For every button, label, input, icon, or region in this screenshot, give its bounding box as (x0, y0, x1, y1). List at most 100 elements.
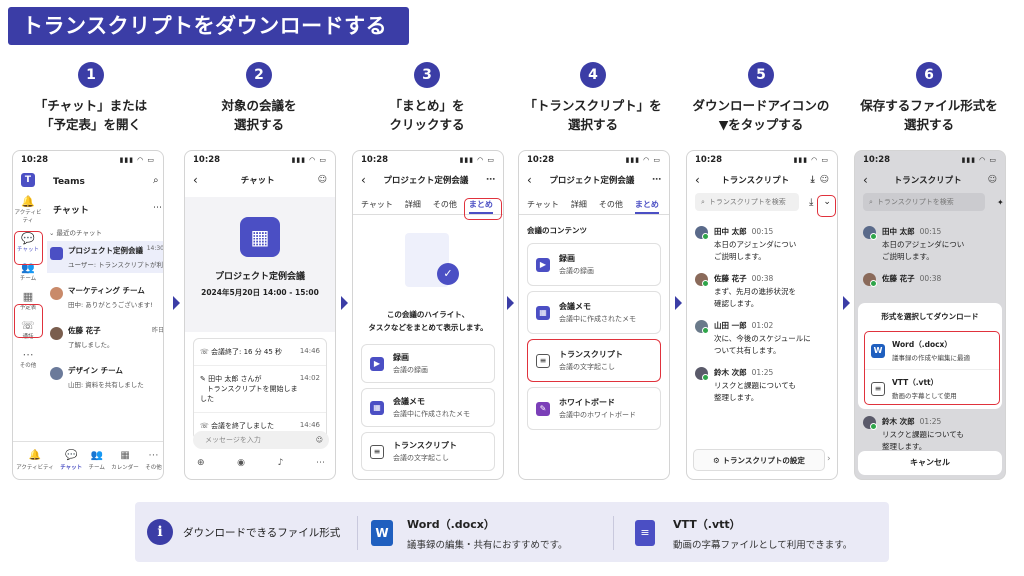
chevron-right-icon: › (827, 454, 831, 464)
chat-item-design[interactable]: デザイン チーム 山田: 資料を共有しました (47, 361, 163, 393)
highlight-chat (14, 231, 43, 265)
bell-icon: 🔔 (28, 450, 42, 461)
meeting-icon (50, 247, 63, 260)
transcript-search[interactable]: ⌕ トランスクリプトを検索 (863, 193, 985, 211)
step-number: 1 (78, 62, 104, 88)
status-bar: 10:28 ▮▮▮ ◠ ▭ (193, 155, 327, 165)
option-vtt[interactable]: ≡ VTT（.vtt） 動画の字幕として使用 (865, 370, 999, 407)
bottom-nav: 🔔 アクティビティ 💬 チャット 👥 チーム ▦ カレンダー ⋯ その他 (13, 441, 163, 479)
transcript-entry: 鈴木 次郎 01:25 リスクと課題についても 整理します。 (687, 362, 837, 409)
option-word[interactable]: W Word（.docx） 議事録の作成や編集に最適 (865, 332, 999, 370)
avatar (863, 226, 877, 240)
status-bar: 10:28 ▮▮▮ ◠ ▭ (21, 155, 155, 165)
status-bar: 10:28 ▮▮▮ ◠ ▭ (527, 155, 661, 165)
add-icon[interactable]: ⊕ (197, 458, 205, 468)
rail-item-activity[interactable]: 🔔 アクティビティ (13, 195, 43, 224)
nav-teams[interactable]: 👥 チーム (89, 450, 105, 471)
signal-icon: ▮▮▮ ◠ ▭ (961, 156, 997, 164)
step-5-header: 5 ダウンロードアイコンの ▼をタップする (683, 62, 839, 134)
mic-icon[interactable]: ♪ (278, 458, 284, 468)
message-input[interactable]: メッセージを入力 ☺ (193, 431, 329, 449)
nav-chat[interactable]: 💬 チャット (60, 450, 82, 471)
step-6-header: 6 保存するファイル形式を 選択する (851, 62, 1007, 134)
tab-chat[interactable]: チャット (527, 195, 559, 214)
status-bar: 10:28 ▮▮▮ ◠ ▭ (695, 155, 829, 165)
header: ‹ プロジェクト定例会議 ⋯ (361, 173, 495, 187)
emoji-icon[interactable]: ☺ (316, 431, 323, 449)
emoji-icon[interactable]: ☺ (988, 175, 997, 185)
more-icon: ⋯ (22, 348, 34, 361)
more-icon[interactable]: ⋯ (153, 203, 162, 213)
search-icon[interactable]: ⌕ (153, 175, 159, 186)
word-icon: W (871, 343, 885, 358)
more-icon[interactable]: ⋯ (486, 175, 495, 185)
nav-calendar[interactable]: ▦ カレンダー (111, 450, 139, 471)
section-title: チャット (53, 206, 89, 216)
header: ‹ チャット ☺ (193, 173, 327, 187)
transcript-icon: ≡ (536, 353, 550, 368)
search-row: ⌕ トランスクリプトを検索 ✦ (855, 191, 1005, 213)
more-icon[interactable]: ⋯ (652, 175, 661, 185)
more-icon[interactable]: ⋯ (316, 458, 325, 468)
signal-icon: ▮▮▮ ◠ ▭ (119, 156, 155, 164)
phone-step-6: 10:28 ▮▮▮ ◠ ▭ ‹ トランスクリプト ☺ ⌕ トランスクリプトを検索 ✦ 田中… (854, 150, 1006, 480)
tab-details[interactable]: 詳細 (405, 195, 421, 214)
step-title: 対象の会議を 選択する (221, 98, 297, 132)
transcript-entry: 山田 一郎 01:02 次に、今後のスケジュールに ついて共有します。 (687, 315, 837, 362)
download-icon[interactable]: ⤓ (811, 175, 815, 185)
step-arrow-icon (843, 296, 850, 310)
signal-icon: ▮▮▮ ◠ ▭ (625, 156, 661, 164)
search-icon: ⌕ (701, 198, 705, 206)
search-icon: ⌕ (869, 198, 873, 206)
tab-other[interactable]: その他 (599, 195, 623, 214)
avatar (695, 226, 709, 240)
transcript-entry: 田中 太郎 00:15 本日のアジェンダについ ご説明します。 (687, 221, 837, 268)
chat-item-project[interactable]: プロジェクト定例会議14:30ユーザー: トランスクリプトが利用... (47, 241, 163, 273)
format-word: Word（.docx） 議事録の編集・共有におすすめです。 (407, 518, 568, 551)
card-transcript[interactable]: ≡ トランスクリプト 会議の文字起こし (527, 339, 661, 382)
chat-item-sato[interactable]: 佐藤 花子 昨日 了解しました。 (47, 321, 163, 353)
transcript-search[interactable]: ⌕ トランスクリプトを検索 (695, 193, 799, 211)
tab-other[interactable]: その他 (433, 195, 457, 214)
cancel-button[interactable]: キャンセル (858, 451, 1002, 475)
card-notes[interactable]: ▦ 会議メモ 会議中に作成されたメモ (361, 388, 495, 427)
tab-chat[interactable]: チャット (361, 195, 393, 214)
avatar (695, 367, 709, 381)
rail-item-more[interactable]: ⋯ その他 (13, 348, 43, 369)
emoji-icon[interactable]: ☺ (820, 175, 829, 185)
event-card: ☏ 会議終了: 16 分 45 秒 14:46 ✎ 田中 太郎 さんが トランスク… (193, 338, 327, 440)
transcript-settings-button[interactable]: ⚙ トランスクリプトの設定 (693, 449, 825, 471)
nav-activity[interactable]: 🔔 アクティビティ (16, 450, 54, 471)
video-icon: ▶ (370, 356, 384, 371)
header: ‹ トランスクリプト ☺ (863, 173, 997, 187)
sparkle-icon: ✦ (997, 197, 1004, 207)
avatar (863, 416, 877, 430)
card-transcript[interactable]: ≡ トランスクリプト 会議の文字起こし (361, 432, 495, 471)
card-recording[interactable]: ▶ 録画 会議の録画 (527, 243, 661, 286)
signal-icon: ▮▮▮ ◠ ▭ (793, 156, 829, 164)
event-row: ☏ 会議終了: 16 分 45 秒 14:46 (194, 339, 326, 366)
card-recording[interactable]: ▶ 録画 会議の録画 (361, 344, 495, 383)
event-row: ✎ 田中 太郎 さんが トランスクリプトを開始しました 14:02 (194, 366, 326, 413)
avatar (50, 327, 63, 340)
calendar-icon: ▦ (120, 450, 130, 461)
step-title: 保存するファイル形式を 選択する (860, 98, 998, 132)
card-notes[interactable]: ▦ 会議メモ 会議中に作成されたメモ (527, 291, 661, 334)
step-number: 4 (580, 62, 606, 88)
tab-details[interactable]: 詳細 (571, 195, 587, 214)
tab-summary[interactable]: まとめ (634, 195, 659, 214)
step-title: 「トランスクリプト」を 選択する (524, 98, 662, 132)
chat-item-marketing[interactable]: マーケティング チーム 田中: ありがとうございます! (47, 281, 163, 313)
step-arrow-icon (675, 296, 682, 310)
step-title: ダウンロードアイコンの ▼をタップする (692, 98, 830, 132)
composer-toolbar: ⊕ ◉ ♪ ⋯ (197, 458, 325, 468)
highlight-calendar (14, 304, 43, 338)
format-vtt: VTT（.vtt） 動画の字幕ファイルとして利用できます。 (673, 518, 853, 551)
card-whiteboard[interactable]: ✎ ホワイトボード 会議中のホワイトボード (527, 387, 661, 430)
step-number: 6 (916, 62, 942, 88)
download-icon[interactable]: ⤓ (809, 197, 813, 208)
emoji-icon[interactable]: ☺ (318, 175, 327, 185)
camera-icon[interactable]: ◉ (237, 458, 245, 468)
nav-more[interactable]: ⋯ その他 (145, 450, 162, 471)
step-arrow-icon (173, 296, 180, 310)
